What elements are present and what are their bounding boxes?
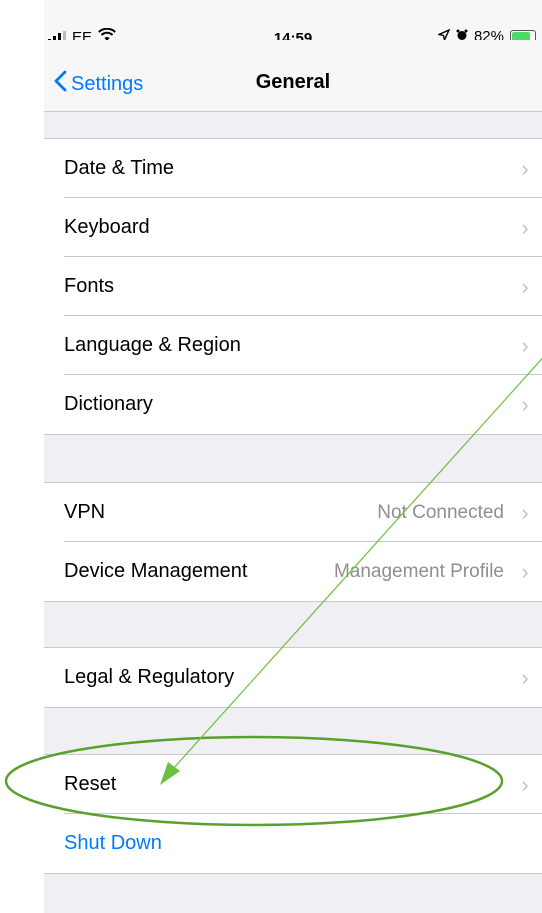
- row-shut-down[interactable]: Shut Down: [44, 814, 542, 873]
- row-label: Fonts: [64, 275, 115, 297]
- chevron-right-icon: ›: [521, 664, 529, 690]
- row-label: Language & Region: [64, 334, 241, 356]
- row-legal-regulatory[interactable]: Legal & Regulatory ›: [44, 648, 542, 707]
- chevron-right-icon: ›: [521, 771, 529, 797]
- row-value: Management Profile: [333, 560, 504, 582]
- row-label: Reset: [64, 773, 117, 795]
- chevron-right-icon: ›: [521, 214, 529, 240]
- row-device-management[interactable]: Device Management Management Profile ›: [44, 542, 542, 601]
- row-label: Date & Time: [64, 157, 175, 179]
- page-title: General: [255, 71, 331, 93]
- row-label: Keyboard: [64, 216, 150, 238]
- settings-group-network: VPN Not Connected › Device Management Ma…: [44, 482, 542, 602]
- chevron-right-icon: ›: [521, 155, 529, 181]
- chevron-right-icon: ›: [521, 273, 529, 299]
- row-value: Not Connected: [377, 501, 504, 523]
- row-keyboard[interactable]: Keyboard ›: [44, 198, 542, 257]
- status-bar: EE 14:59 82%: [44, 0, 542, 47]
- row-label: Dictionary: [64, 393, 153, 415]
- settings-group-power: Reset › Shut Down: [44, 754, 542, 874]
- settings-group-legal: Legal & Regulatory ›: [44, 647, 542, 708]
- row-vpn[interactable]: VPN Not Connected ›: [44, 483, 542, 542]
- settings-screen: EE 14:59 82% Settings General Date & Tim…: [44, 0, 542, 913]
- settings-group-general: Date & Time › Keyboard › Fonts › Languag…: [44, 138, 542, 435]
- chevron-right-icon: ›: [521, 332, 529, 358]
- chevron-right-icon: ›: [521, 391, 529, 417]
- chevron-right-icon: ›: [521, 558, 529, 584]
- navigation-bar: Settings General: [44, 40, 542, 112]
- row-reset[interactable]: Reset ›: [44, 755, 542, 814]
- chevron-right-icon: ›: [521, 499, 529, 525]
- row-label: Legal & Regulatory: [64, 666, 235, 688]
- shut-down-button[interactable]: Shut Down: [64, 832, 162, 855]
- row-date-time[interactable]: Date & Time ›: [44, 139, 542, 198]
- row-label: VPN: [64, 501, 106, 523]
- row-label: Device Management: [64, 560, 248, 582]
- row-fonts[interactable]: Fonts ›: [44, 257, 542, 316]
- row-language-region[interactable]: Language & Region ›: [44, 316, 542, 375]
- row-dictionary[interactable]: Dictionary ›: [44, 375, 542, 434]
